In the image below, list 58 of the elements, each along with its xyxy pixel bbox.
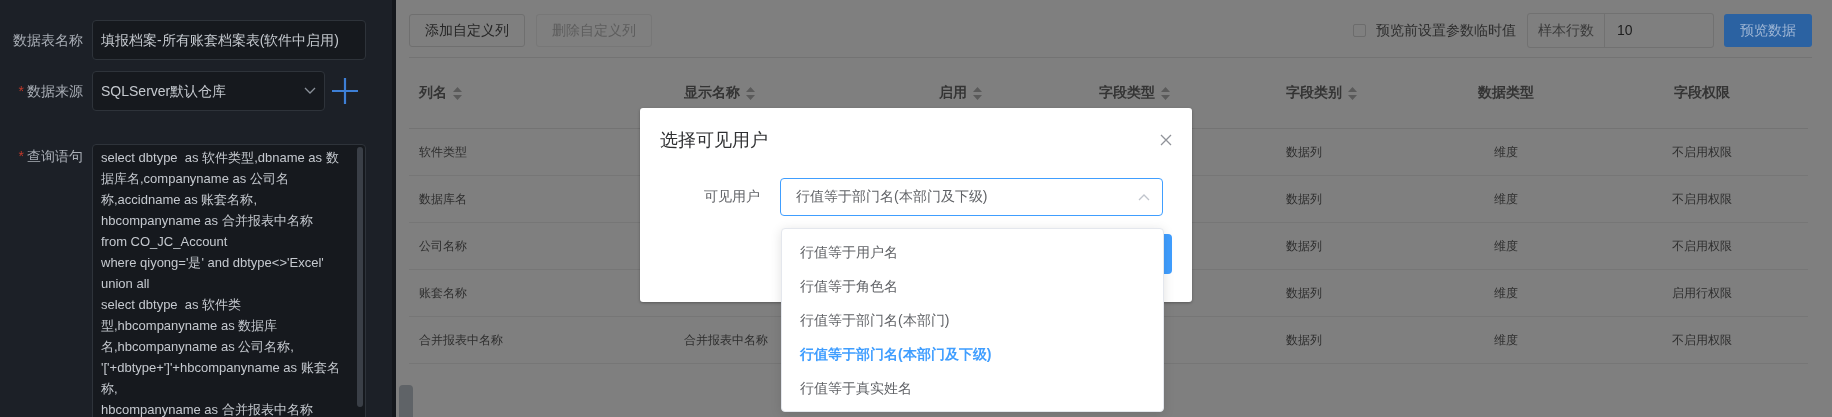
column-header[interactable]: 列名 [419, 84, 462, 102]
table-cell: 维度 [1494, 331, 1518, 349]
dropdown-option[interactable]: 行值等于部门名(本部门) [782, 303, 1163, 337]
table-cell: 维度 [1494, 143, 1518, 161]
required-asterisk: * [18, 148, 24, 164]
table-cell: 公司名称 [419, 237, 467, 255]
table-cell: 维度 [1494, 284, 1518, 302]
required-asterisk: * [18, 83, 24, 99]
query-textarea[interactable]: select dbtype as 软件类型,dbname as 数据库名,companyname as 公司名称,accidname as 账套名称, hbcompanyname as 合并报表中名称 from CO_JC_Account where qiyong='是' and dbtype<>'Excel' union all select dbtype as 软件类型,hbcompanyname as 数据库名,hbcompanyname as 公司名称, '['+dbtype+']'+hbcompanyname as 账套名称, hbcompanyname as 合并报表中名称 [92, 144, 366, 417]
column-header[interactable]: 数据类型 [1478, 84, 1534, 102]
field-label: 数据来源 [27, 83, 83, 99]
dropdown-option[interactable]: 行值等于真实姓名 [782, 371, 1163, 405]
table-cell: 合并报表中名称 [419, 331, 503, 349]
table-cell: 数据列 [1286, 331, 1322, 349]
table-cell: 不启用权限 [1672, 237, 1732, 255]
dropdown-option[interactable]: 行值等于部门名(本部门及下级) [782, 337, 1163, 371]
dropdown-option[interactable]: 行值等于角色名 [782, 269, 1163, 303]
table-cell: 数据列 [1286, 143, 1322, 161]
table-cell: 软件类型 [419, 143, 467, 161]
preview-button[interactable]: 预览数据 [1724, 14, 1812, 47]
sort-icon[interactable] [746, 86, 755, 100]
table-cell: 启用行权限 [1672, 284, 1732, 302]
dialog-title: 选择可见用户 [660, 129, 768, 152]
checkbox-label: 预览前设置参数临时值 [1376, 21, 1516, 40]
column-header[interactable]: 启用 [939, 84, 982, 102]
chevron-up-icon [1138, 193, 1150, 201]
table-cell: 数据库名 [419, 190, 467, 208]
table-cell: 数据列 [1286, 190, 1322, 208]
table-cell: 数据列 [1286, 237, 1322, 255]
table-cell: 维度 [1494, 237, 1518, 255]
sample-rows-field[interactable]: 样本行数 10 [1527, 13, 1714, 48]
toolbar-button[interactable]: 添加自定义列 [409, 14, 525, 47]
table-cell: 账套名称 [419, 284, 467, 302]
column-header[interactable]: 显示名称 [684, 84, 755, 102]
field-label: 数据表名称 [13, 32, 83, 48]
sort-icon[interactable] [1348, 86, 1357, 100]
field-label: 可见用户 [703, 188, 761, 206]
chevron-down-icon [304, 87, 316, 95]
column-header[interactable]: 字段类别 [1286, 84, 1357, 102]
sort-icon[interactable] [973, 86, 982, 100]
table-cell: 不启用权限 [1672, 190, 1732, 208]
table-name-field[interactable]: 填报档案-所有账套档案表(软件中启用) [92, 20, 366, 60]
dropdown-option[interactable]: 行值等于用户名 [782, 235, 1163, 269]
close-icon[interactable] [1160, 134, 1172, 146]
sort-icon[interactable] [1161, 86, 1170, 100]
scrollbar-thumb[interactable] [357, 147, 363, 407]
data-source-select[interactable]: SQLServer默认仓库 [92, 71, 325, 111]
column-header[interactable]: 字段权限 [1674, 84, 1730, 102]
scrollbar-handle[interactable] [399, 385, 413, 417]
table-cell: 不启用权限 [1672, 331, 1732, 349]
field-label: 查询语句 [27, 148, 83, 164]
sort-icon[interactable] [453, 86, 462, 100]
table-cell: 维度 [1494, 190, 1518, 208]
table-cell: 数据列 [1286, 284, 1322, 302]
table-cell: 合并报表中名称 [684, 331, 768, 349]
table-cell: 不启用权限 [1672, 143, 1732, 161]
column-header[interactable]: 字段类型 [1099, 84, 1170, 102]
plus-icon[interactable] [331, 77, 359, 105]
